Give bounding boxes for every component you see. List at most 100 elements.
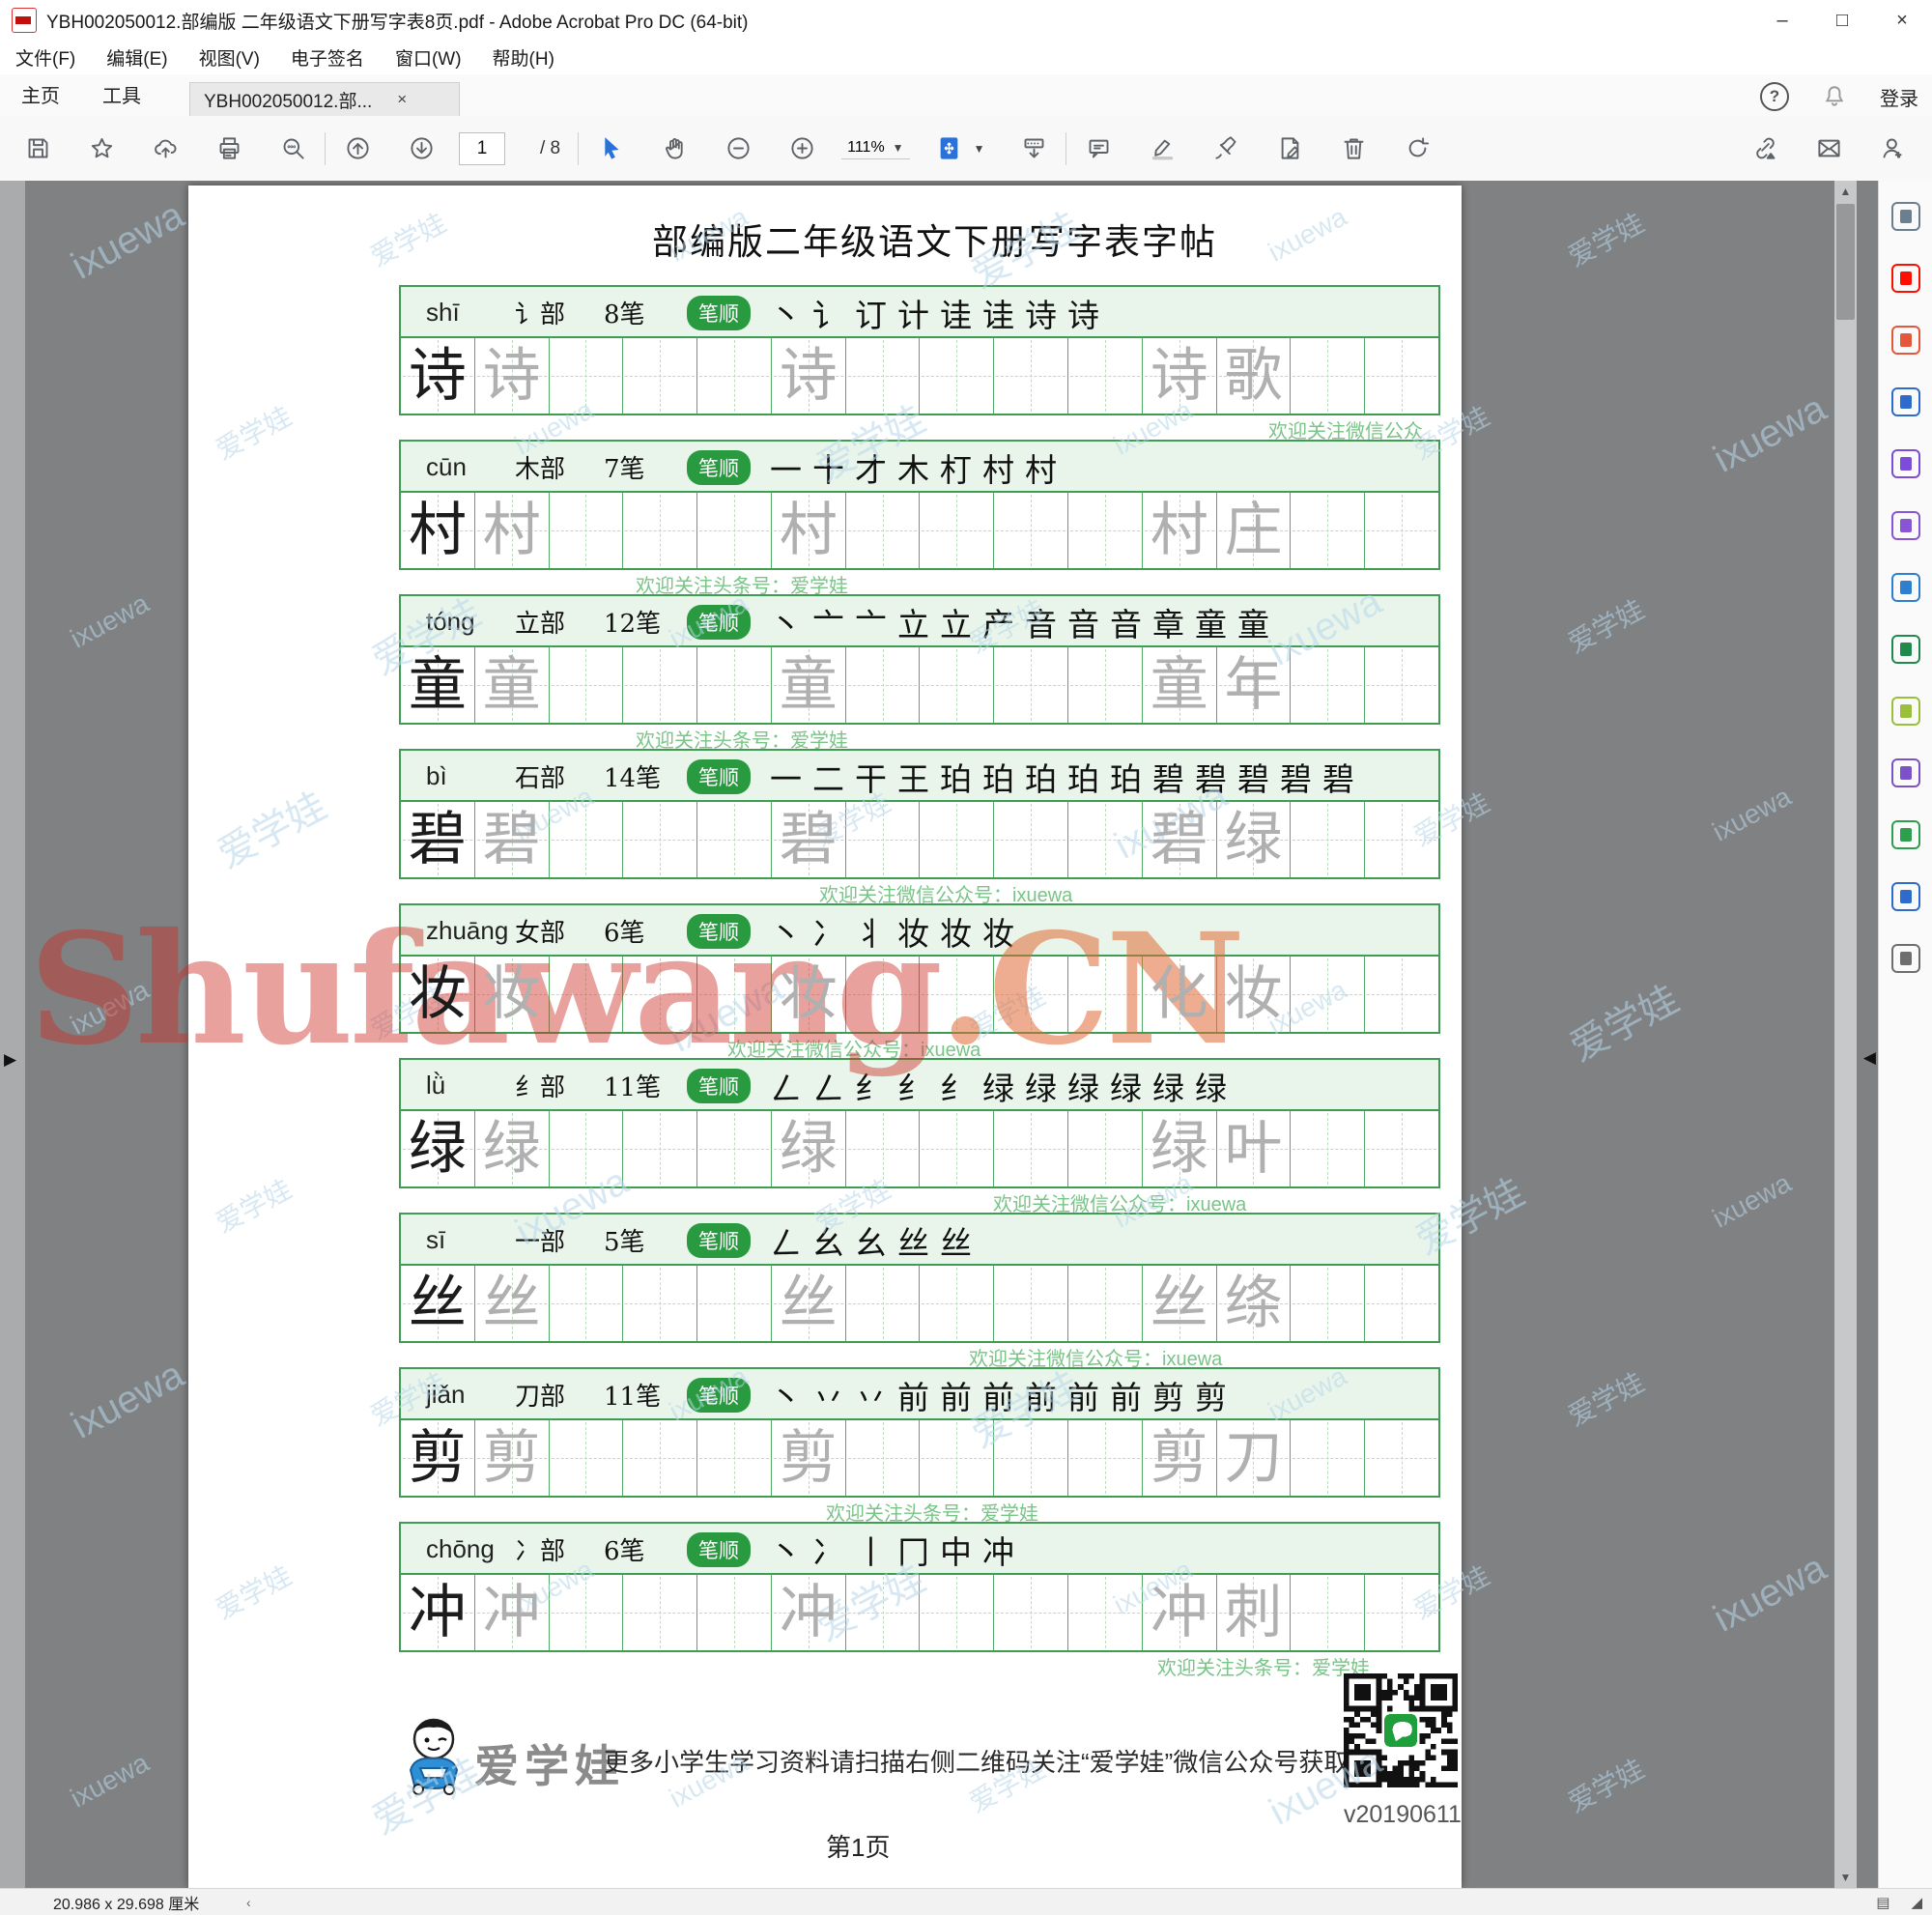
comment-button[interactable] [1084, 134, 1113, 163]
tab-close-icon[interactable]: × [397, 90, 407, 109]
chevron-down-icon[interactable]: ▼ [974, 142, 985, 156]
star-button[interactable] [87, 134, 116, 163]
stroke-glyph: 纟 [897, 1069, 929, 1107]
edit-pdf-icon[interactable] [1890, 449, 1920, 478]
watermark-text: ixuewa [1706, 1546, 1833, 1641]
stroke-order-sequence: ㄥㄥ纟纟纟绿绿绿绿绿绿 [770, 1063, 1227, 1109]
tool-panel-collapse-icon[interactable]: ◀ [1863, 1048, 1876, 1068]
protect-icon[interactable] [1890, 882, 1920, 911]
stroke-order-badge: 笔顺 [687, 604, 751, 640]
select-cursor-button[interactable] [596, 134, 625, 163]
maximize-button[interactable]: □ [1812, 0, 1872, 41]
trash-button[interactable] [1339, 134, 1368, 163]
practice-cell [623, 493, 698, 568]
trace-character: 刺 [1224, 1579, 1283, 1646]
more-tools-icon[interactable] [1890, 944, 1920, 973]
stroke-glyph: 冂 [897, 1532, 929, 1571]
menu-item-2[interactable]: 视图(V) [184, 44, 275, 71]
stroke-order-sequence: 丶讠订计诖诖诗诗 [770, 290, 1099, 336]
print-production-icon[interactable] [1890, 820, 1920, 849]
search-tool-icon[interactable] [1890, 202, 1920, 231]
help-icon[interactable]: ? [1760, 82, 1789, 111]
practice-cell [1068, 957, 1143, 1032]
scroll-down-icon[interactable]: ▼ [1834, 1867, 1857, 1888]
stroke-count-label: 8笔 [604, 300, 645, 329]
export-pdf-icon[interactable] [1890, 264, 1920, 293]
request-sign-icon[interactable] [1890, 511, 1920, 540]
zoom-in-button[interactable] [787, 134, 816, 163]
account-button[interactable] [1878, 134, 1907, 163]
vertical-scrollbar[interactable]: ▲ ▼ [1834, 181, 1857, 1888]
spreadsheet-icon[interactable] [1890, 635, 1920, 664]
scrollbar-thumb[interactable] [1836, 204, 1855, 320]
page-down-button[interactable] [407, 134, 436, 163]
edit-page-button[interactable] [1275, 134, 1304, 163]
stroke-glyph: ㄥ [812, 1069, 844, 1107]
nav-pane-expand-icon[interactable]: ▶ [4, 1050, 16, 1070]
highlight-button[interactable] [1148, 134, 1177, 163]
scroll-up-icon[interactable]: ▲ [1834, 181, 1857, 202]
practice-cell [623, 1420, 698, 1496]
share-link-button[interactable] [1750, 134, 1779, 163]
zoom-level-control[interactable]: 111% ▼ [841, 137, 910, 159]
refresh-button[interactable] [1403, 134, 1432, 163]
menu-item-4[interactable]: 窗口(W) [380, 44, 477, 71]
stroke-glyph: 幺 [812, 1223, 844, 1262]
tab-document[interactable]: YBH002050012.部... × [189, 82, 460, 116]
trace-character: 绿 [482, 1115, 541, 1183]
trace-character: 庄 [1224, 497, 1283, 564]
practice-cell [994, 802, 1069, 877]
practice-cell [550, 493, 624, 568]
trace-character: 丝 [779, 1270, 838, 1337]
cloud-upload-button[interactable] [151, 134, 180, 163]
practice-cell [623, 338, 698, 414]
stroke-glyph: 丶 [770, 1532, 802, 1571]
tab-home[interactable]: 主页 [0, 72, 81, 116]
menu-item-0[interactable]: 文件(F) [0, 44, 91, 71]
save-button[interactable] [23, 134, 52, 163]
sign-pen-button[interactable] [1211, 134, 1240, 163]
create-pdf-icon[interactable] [1890, 326, 1920, 355]
menu-item-5[interactable]: 帮助(H) [477, 44, 570, 71]
organize-pages-icon[interactable] [1890, 697, 1920, 726]
mail-button[interactable] [1814, 134, 1843, 163]
practice-cell: 童 [772, 647, 846, 723]
fit-page-button[interactable] [935, 134, 964, 163]
status-doc-icon[interactable]: ▤ [1876, 1894, 1889, 1911]
trace-character: 绿 [1150, 1115, 1208, 1183]
practice-cell [1068, 338, 1143, 414]
page-number-input[interactable] [459, 131, 505, 165]
zoom-out-button[interactable] [724, 134, 753, 163]
share-link-icon [1755, 137, 1775, 159]
watermark-text: 爱学娃 [1563, 1753, 1650, 1818]
practice-cell: 冲 [1143, 1575, 1217, 1650]
minimize-button[interactable]: – [1752, 0, 1812, 41]
comment-tool-icon[interactable] [1890, 758, 1920, 787]
page-up-button[interactable] [343, 134, 372, 163]
practice-cell: 童 [401, 647, 475, 723]
menu-item-3[interactable]: 电子签名 [275, 44, 380, 71]
reading-mode-button[interactable] [1019, 134, 1048, 163]
practice-cell [623, 1111, 698, 1186]
stroke-glyph: 村 [1025, 450, 1057, 489]
tab-tools[interactable]: 工具 [81, 72, 162, 116]
print-button[interactable] [214, 134, 243, 163]
search-button[interactable] [278, 134, 307, 163]
menu-item-1[interactable]: 编辑(E) [91, 44, 183, 71]
combine-files-icon[interactable] [1890, 387, 1920, 416]
mail-icon [1817, 139, 1840, 157]
hscroll-left-icon[interactable]: ‹ [246, 1895, 251, 1910]
export-doc-icon[interactable] [1890, 573, 1920, 602]
login-button[interactable]: 登录 [1880, 83, 1918, 111]
hand-tool-button[interactable] [660, 134, 689, 163]
stroke-count-label: 11笔 [604, 1073, 662, 1102]
practice-grid: 妆妆妆化妆 [399, 955, 1440, 1034]
bell-icon[interactable] [1822, 84, 1847, 109]
close-button[interactable]: × [1872, 0, 1932, 41]
practice-cell: 刀 [1217, 1420, 1292, 1496]
practice-grid: 童童童童年 [399, 645, 1440, 725]
radical-label: 讠部 [515, 300, 566, 329]
practice-cell: 丝 [401, 1266, 475, 1341]
stroke-glyph: 立 [897, 605, 929, 643]
tab-document-label: YBH002050012.部... [204, 91, 373, 112]
